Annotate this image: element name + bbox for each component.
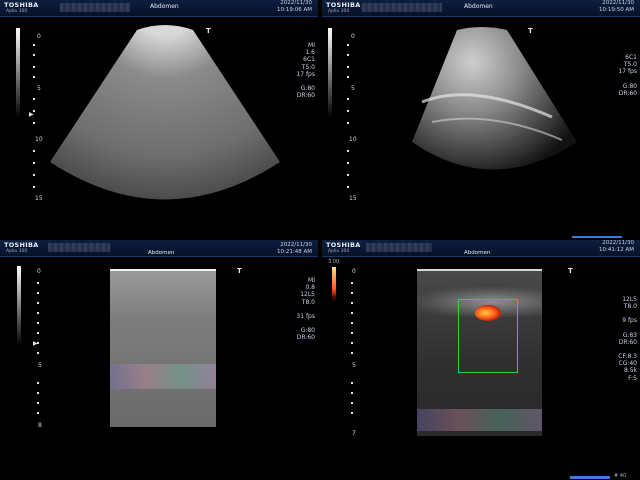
- probe-orientation-icon: T: [206, 27, 211, 35]
- brand-logo: TOSHIBA: [4, 1, 39, 9]
- status-bar: [572, 236, 622, 238]
- depth-label-0: 0: [351, 33, 355, 40]
- exam-label: Abdomen: [464, 3, 493, 10]
- exam-label: Abdomen: [148, 250, 175, 256]
- depth-label-5: 5: [352, 362, 356, 369]
- depth-label-15: 15: [349, 195, 357, 202]
- imaging-params: MI 0.8 12L5 T8.0 31 fps G:80 DR:60: [296, 277, 315, 341]
- param-fps: 17 fps: [296, 70, 315, 78]
- status-bar: [570, 476, 610, 479]
- time-text: 10:19:06 AM: [277, 7, 312, 13]
- datetime: 2022/11/30 10:19:06 AM: [277, 0, 312, 14]
- param-cg: CG:40: [618, 360, 638, 368]
- param-dr: DR:60: [618, 89, 637, 97]
- exam-label: Abdomen: [464, 250, 491, 256]
- scanner-model: Aplio 300: [328, 249, 350, 254]
- param-mi-label: MI: [308, 42, 315, 49]
- depth-label-5: 5: [38, 362, 42, 369]
- patient-info-redacted: [362, 3, 442, 12]
- panel-top-left: TOSHIBA Aplio 300 Abdomen 2022/11/30 10:…: [0, 0, 318, 238]
- imaging-params: 6C1 T5.0 17 fps G:80 DR:60: [618, 54, 637, 97]
- brand-logo: TOSHIBA: [326, 241, 361, 249]
- scanner-model: Aplio 300: [6, 249, 28, 254]
- param-dr: DR:60: [296, 92, 315, 100]
- scanner-model: Aplio 300: [328, 9, 350, 14]
- imaging-params: MI 1.6 6C1 T5.0 17 fps G:80 DR:60: [296, 42, 315, 99]
- date-text: 2022/11/30: [602, 0, 634, 6]
- patient-info-redacted: [60, 3, 130, 12]
- param-fps: 31 fps: [296, 312, 315, 320]
- param-gain: G:83: [622, 331, 637, 339]
- param-gain: G:80: [300, 85, 315, 93]
- panel-bottom-right: TOSHIBA Aplio 300 Abdomen 2022/11/30 10:…: [322, 240, 640, 480]
- probe-orientation-icon: T: [528, 27, 533, 35]
- param-dr: DR:60: [618, 338, 637, 346]
- color-doppler-scale: [332, 267, 336, 322]
- frame-counter: # 40: [614, 473, 627, 479]
- param-gain: G:80: [622, 82, 637, 90]
- depth-label-10: 10: [349, 136, 357, 143]
- param-filter: F:5: [628, 374, 637, 382]
- grayscale-bar: [17, 266, 21, 346]
- datetime: 2022/11/30 10:19:50 AM: [599, 0, 634, 14]
- header-bar: TOSHIBA Aplio 300 Abdomen 2022/11/30 10:…: [0, 0, 318, 17]
- grayscale-bar: [328, 28, 332, 118]
- param-mi-value: 0.8: [305, 284, 315, 292]
- depth-label-0: 0: [37, 268, 41, 275]
- date-text: 2022/11/30: [602, 240, 634, 246]
- imaging-params: 12L5 T8.0 9 fps G:83 DR:60 CF:8.3 CG:40 …: [618, 296, 637, 382]
- param-probe: 12L5: [622, 296, 637, 303]
- param-freq: T8.0: [623, 303, 637, 311]
- probe-orientation-icon: T: [237, 267, 242, 275]
- grayscale-bar: [16, 28, 20, 118]
- param-mi-label: MI: [308, 277, 315, 284]
- param-probe: 12L5: [300, 291, 315, 299]
- param-fps: 17 fps: [618, 68, 637, 76]
- param-probe: 6C1: [625, 54, 637, 61]
- time-text: 10:41:12 AM: [599, 247, 634, 253]
- depth-label-0: 0: [352, 268, 356, 275]
- date-text: 2022/11/30: [280, 0, 312, 6]
- panel-top-right: TOSHIBA Aplio 300 Abdomen 2022/11/30 10:…: [322, 0, 640, 238]
- param-freq: T5.0: [301, 63, 315, 71]
- header-bar: TOSHIBA Aplio 300 Abdomen 2022/11/30 10:…: [322, 0, 640, 17]
- ultrasound-image-linear: [110, 269, 216, 427]
- brand-logo: TOSHIBA: [4, 241, 39, 249]
- param-cf: CF:8.3: [618, 353, 637, 361]
- depth-label-5: 5: [351, 85, 355, 92]
- brand-logo: TOSHIBA: [326, 1, 361, 9]
- color-scale-top: 3.00: [328, 259, 340, 265]
- depth-label-7: 7: [352, 430, 356, 437]
- probe-orientation-icon: T: [568, 267, 573, 275]
- exam-label: Abdomen: [150, 3, 179, 10]
- header-bar: TOSHIBA Aplio 300 Abdomen 2022/11/30 10:…: [0, 240, 318, 257]
- datetime: 2022/11/30 10:41:12 AM: [599, 240, 634, 254]
- param-gain: G:80: [300, 327, 315, 335]
- focus-marker-icon: ▶: [33, 340, 38, 347]
- param-mi-value: 1.6: [305, 49, 315, 57]
- patient-info-redacted: [48, 243, 110, 252]
- param-dr: DR:60: [296, 334, 315, 342]
- ultrasound-image-sector: [412, 27, 577, 170]
- doppler-flow-signal: [475, 305, 501, 321]
- param-probe: 6C1: [303, 56, 315, 64]
- scanner-model: Aplio 300: [6, 9, 28, 14]
- param-fps: 9 fps: [622, 317, 637, 325]
- param-freq: T8.0: [301, 298, 315, 306]
- ultrasound-image-color-doppler: [417, 269, 542, 436]
- header-bar: TOSHIBA Aplio 300 Abdomen 2022/11/30 10:…: [322, 240, 640, 257]
- patient-info-redacted: [366, 243, 432, 252]
- param-freq: T5.0: [623, 61, 637, 69]
- time-text: 10:19:50 AM: [599, 7, 634, 13]
- panel-bottom-left: TOSHIBA Aplio 300 Abdomen 2022/11/30 10:…: [0, 240, 318, 480]
- time-text: 10:21:48 AM: [277, 249, 312, 255]
- datetime: 2022/11/30 10:21:48 AM: [277, 242, 312, 256]
- param-prf: 8.5k: [623, 367, 637, 375]
- date-text: 2022/11/30: [280, 242, 312, 248]
- depth-label-8: 8: [38, 422, 42, 429]
- focus-marker-icon: ▶: [29, 111, 34, 118]
- ultrasound-image-sector: [50, 25, 280, 200]
